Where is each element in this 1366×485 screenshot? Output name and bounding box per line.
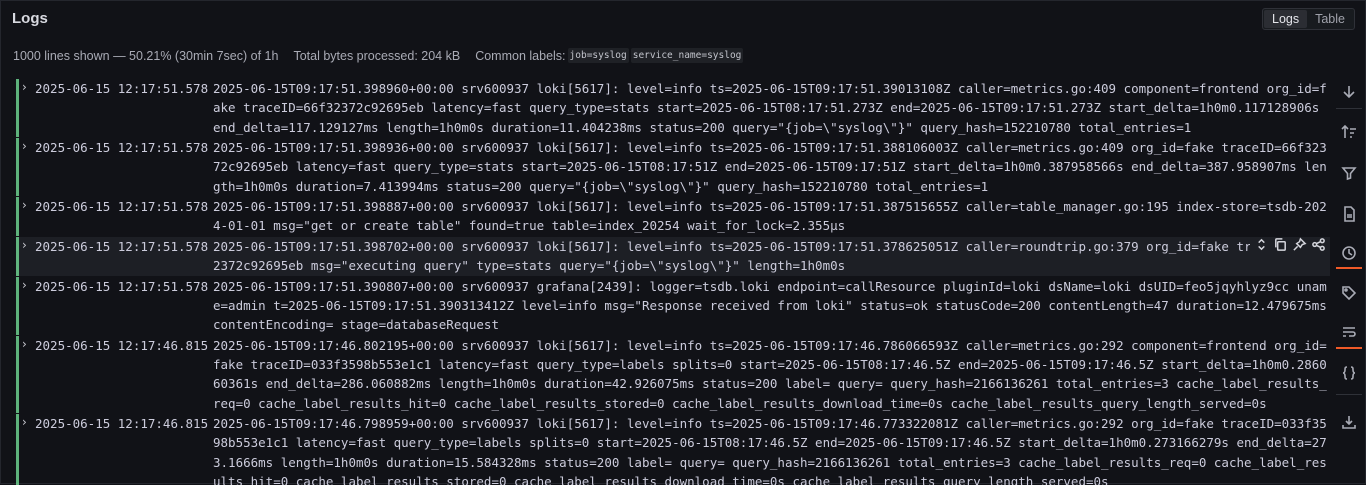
log-timestamp: 2025-06-15 12:17:51.578 — [35, 140, 209, 156]
lines-shown: 1000 lines shown — 50.21% (30min 7sec) o… — [13, 48, 279, 63]
chevron-right-icon[interactable]: › — [22, 198, 27, 212]
view-toggle: Logs Table — [1262, 8, 1355, 30]
logs-panel: Logs Logs Table 1000 lines shown — 50.21… — [0, 0, 1366, 485]
log-row[interactable]: › 2025-06-15 12:17:46.815 2025-06-15T09:… — [16, 414, 1330, 485]
table-view-button[interactable]: Table — [1307, 10, 1353, 28]
filter-icon[interactable] — [1339, 163, 1359, 183]
log-row[interactable]: › 2025-06-15 12:17:51.578 2025-06-15T09:… — [16, 276, 1330, 335]
chevron-right-icon[interactable]: › — [22, 278, 27, 292]
log-line: 2025-06-15T09:17:51.398936+00:00 srv6009… — [213, 140, 1327, 194]
chevron-right-icon[interactable]: › — [22, 139, 27, 153]
chevron-right-icon[interactable]: › — [22, 80, 27, 94]
common-label: service_name=syslog — [630, 48, 744, 63]
download-logs-icon[interactable] — [1339, 204, 1359, 224]
prettify-json-icon[interactable] — [1339, 363, 1359, 383]
copy-icon[interactable] — [1273, 237, 1288, 257]
share-link-icon[interactable] — [1311, 237, 1326, 257]
log-row[interactable]: › 2025-06-15 12:17:51.578 2025-06-15T09:… — [16, 138, 1330, 196]
panel-title: Logs — [12, 10, 48, 27]
level-indicator — [16, 79, 19, 137]
level-indicator — [16, 138, 19, 196]
log-line: 2025-06-15T09:17:51.398702+00:00 srv6009… — [213, 238, 1327, 274]
row-actions — [1250, 237, 1330, 257]
bytes-processed: Total bytes processed: 204 kB — [293, 48, 461, 63]
wrap-lines-active-underline — [1336, 347, 1362, 349]
log-timestamp: 2025-06-15 12:17:51.578 — [35, 199, 209, 215]
log-line: 2025-06-15T09:17:51.398960+00:00 srv6009… — [213, 81, 1327, 135]
level-indicator — [16, 197, 19, 236]
log-row[interactable]: › 2025-06-15 12:17:51.578 2025-06-15T09:… — [16, 236, 1330, 276]
log-timestamp: 2025-06-15 12:17:46.815 — [35, 337, 209, 353]
level-indicator — [16, 276, 19, 335]
unique-labels-icon[interactable] — [1339, 283, 1359, 303]
chevron-right-icon[interactable]: › — [22, 337, 27, 351]
log-timestamp: 2025-06-15 12:17:51.578 — [35, 278, 209, 294]
scroll-to-bottom-icon[interactable] — [1339, 82, 1359, 102]
wrap-lines-icon[interactable] — [1339, 322, 1359, 342]
log-row[interactable]: › 2025-06-15 12:17:51.578 2025-06-15T09:… — [16, 197, 1330, 236]
log-line: 2025-06-15T09:17:51.390807+00:00 srv6009… — [213, 278, 1327, 333]
level-indicator — [16, 236, 19, 276]
common-label: job=syslog — [567, 48, 629, 63]
logs-meta: 1000 lines shown — 50.21% (30min 7sec) o… — [13, 48, 744, 63]
chevron-right-icon[interactable]: › — [22, 238, 27, 252]
show-context-icon[interactable] — [1254, 237, 1269, 257]
log-timestamp: 2025-06-15 12:17:51.578 — [35, 81, 209, 96]
log-row[interactable]: › 2025-06-15 12:17:46.815 2025-06-15T09:… — [16, 335, 1330, 413]
log-line: 2025-06-15T09:17:51.398887+00:00 srv6009… — [213, 199, 1327, 234]
show-time-icon[interactable] — [1339, 243, 1359, 263]
logs-view-button[interactable]: Logs — [1264, 10, 1308, 28]
chevron-right-icon[interactable]: › — [22, 415, 27, 429]
level-indicator — [16, 335, 19, 413]
show-time-active-underline — [1336, 267, 1362, 269]
level-indicator — [16, 414, 19, 485]
pin-icon[interactable] — [1292, 237, 1307, 257]
log-row[interactable]: › 2025-06-15 12:17:51.578 2025-06-15T09:… — [16, 79, 1330, 137]
log-line: 2025-06-15T09:17:46.798959+00:00 srv6009… — [213, 416, 1327, 485]
common-labels-title: Common labels: — [475, 48, 566, 63]
log-line: 2025-06-15T09:17:46.802195+00:00 srv6009… — [213, 337, 1327, 411]
log-timestamp: 2025-06-15 12:17:46.815 — [35, 416, 209, 432]
sort-order-icon[interactable] — [1339, 122, 1359, 142]
log-timestamp: 2025-06-15 12:17:51.578 — [35, 238, 209, 254]
log-rows: › 2025-06-15 12:17:51.578 2025-06-15T09:… — [16, 79, 1330, 485]
logs-options-sidebar — [1331, 79, 1366, 485]
download-icon[interactable] — [1339, 412, 1359, 432]
